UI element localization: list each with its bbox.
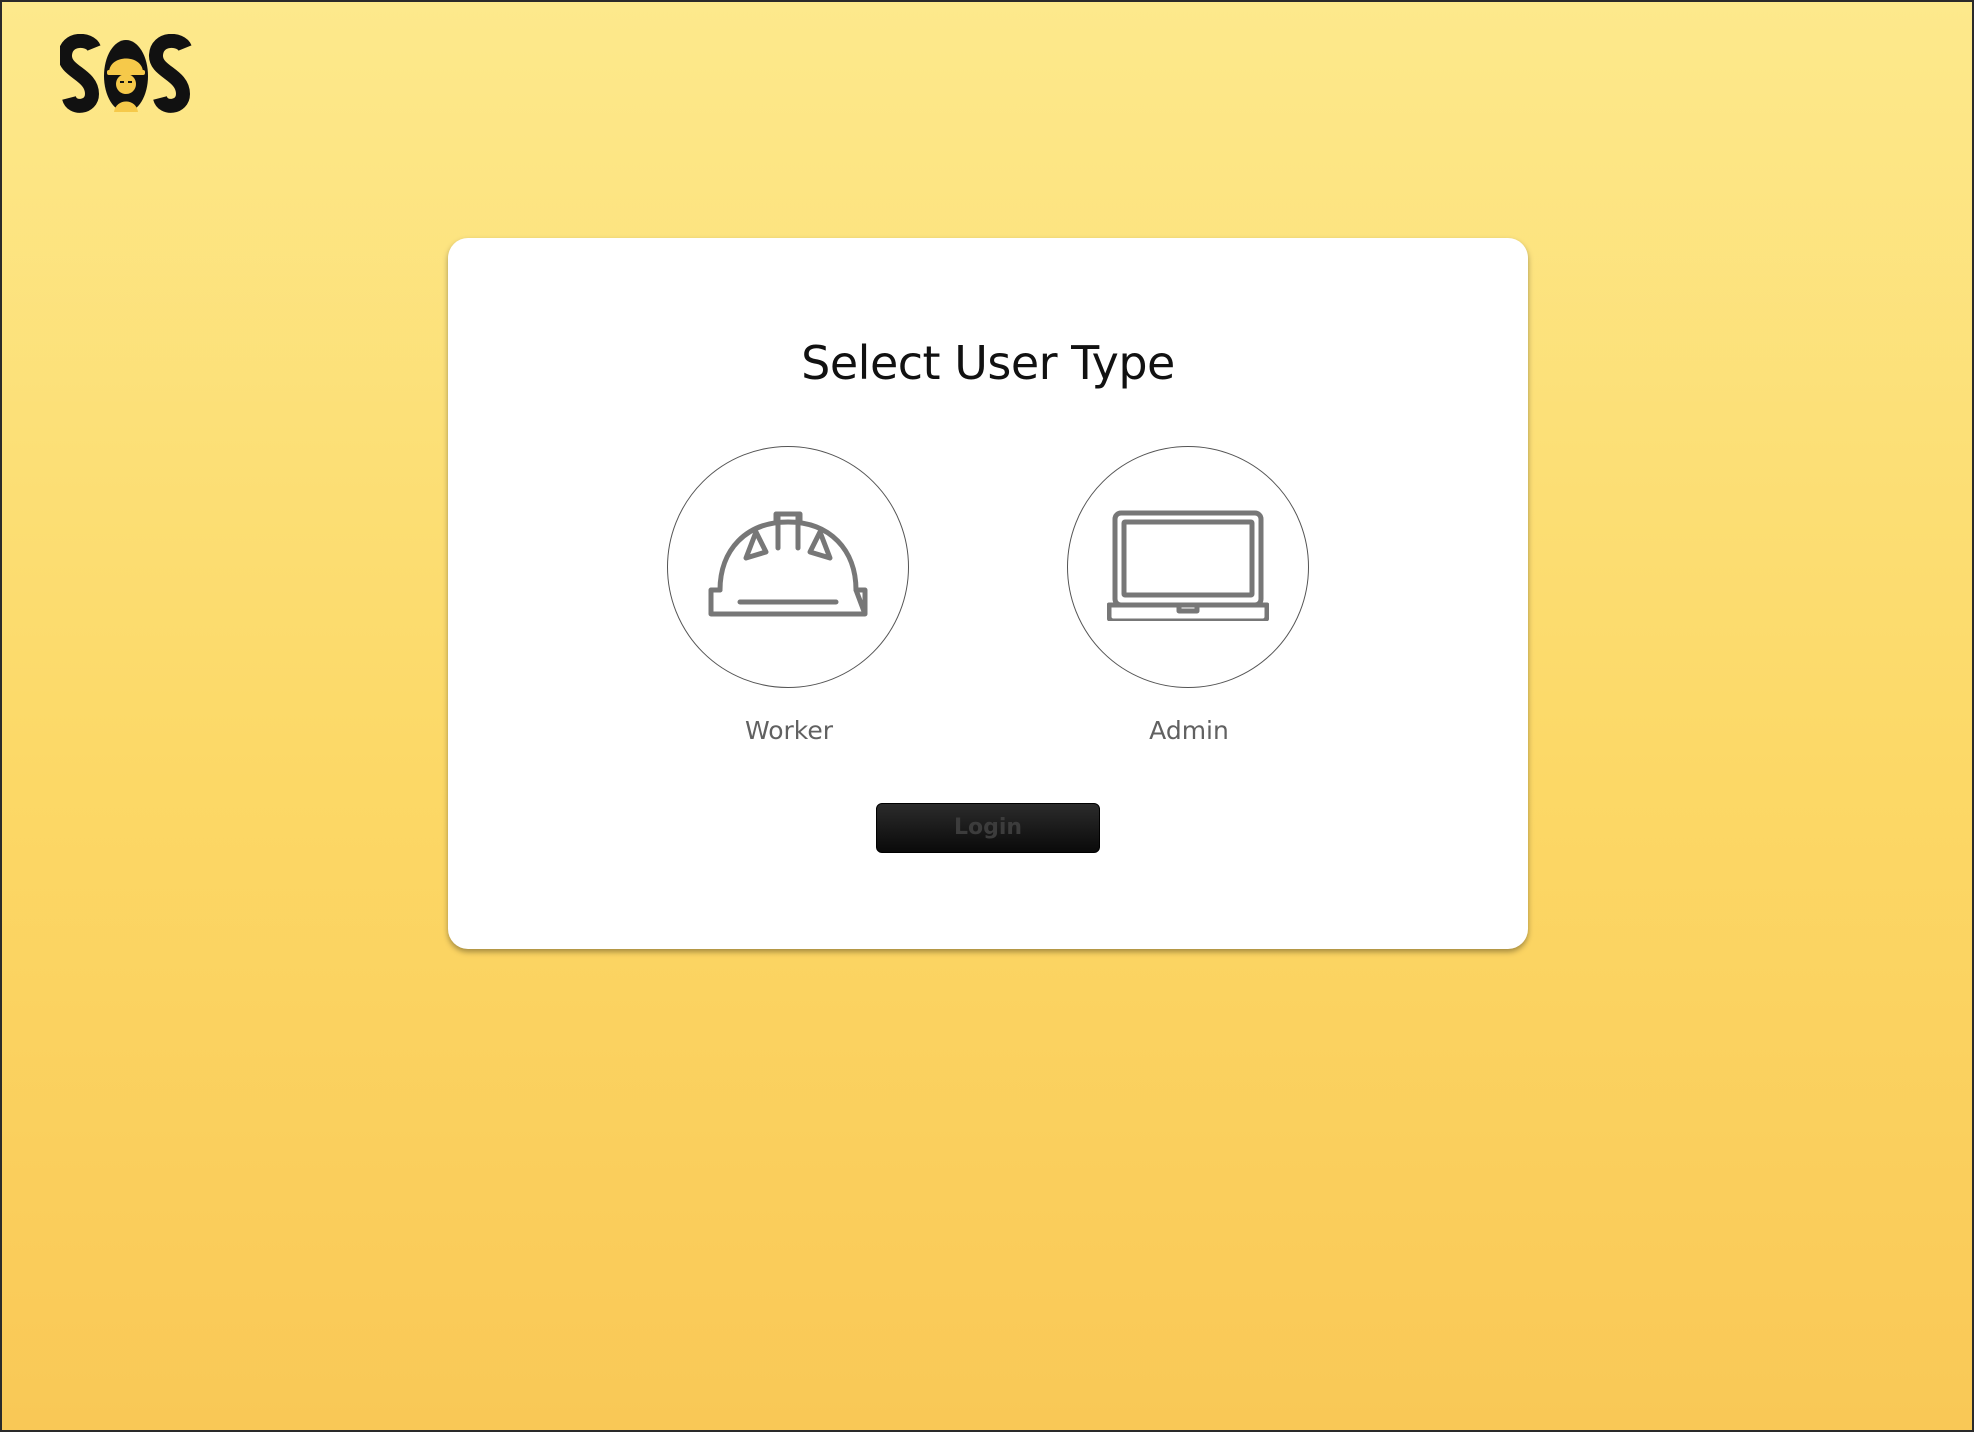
laptop-icon	[1106, 509, 1270, 625]
admin-option-circle[interactable]	[1067, 446, 1309, 688]
login-button[interactable]: Login	[876, 803, 1100, 853]
card-title: Select User Type	[801, 336, 1175, 390]
admin-option[interactable]: Admin	[1067, 446, 1311, 745]
hard-hat-icon	[708, 510, 868, 624]
worker-option[interactable]: Worker	[667, 446, 911, 745]
worker-option-circle[interactable]	[667, 446, 909, 688]
worker-label: Worker	[744, 716, 834, 745]
user-type-card: Select User Type Worker Admin Login	[448, 238, 1528, 949]
sos-logo	[60, 34, 192, 120]
admin-label: Admin	[1149, 716, 1229, 745]
